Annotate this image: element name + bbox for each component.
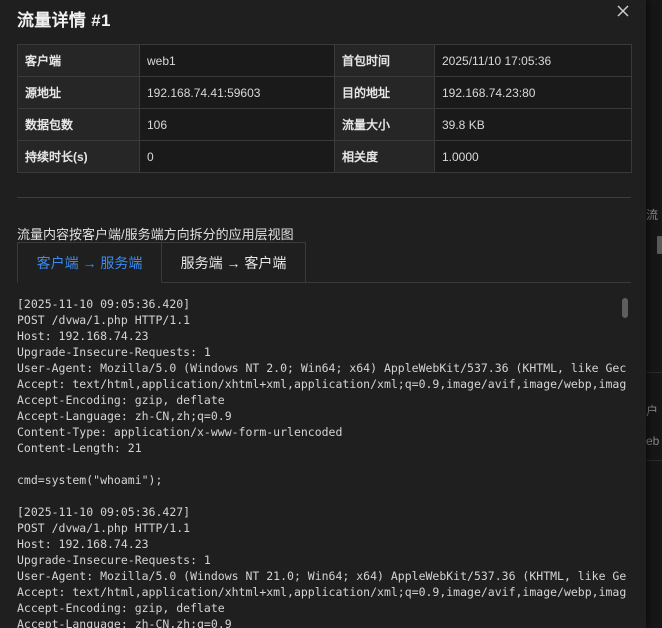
section-title: 流量内容按客户端/服务端方向拆分的应用层视图 [17,227,294,242]
destination-address-label: 目的地址 [334,76,435,109]
payload-line: User-Agent: Mozilla/5.0 (Windows NT 21.0… [17,569,627,583]
flow-detail-modal: 流量详情 #1 客户端 web1 首包时间 2025/11/10 17:05:3… [0,0,646,628]
payload-line: Accept-Encoding: gzip, deflate [17,601,225,615]
section-divider [17,197,631,198]
source-address-label: 源地址 [17,76,140,109]
background-divider [646,460,662,461]
table-row: 客户端 web1 首包时间 2025/11/10 17:05:36 [17,44,632,77]
payload-line: Host: 192.168.74.23 [17,329,149,343]
traffic-size-value: 39.8 KB [434,108,632,141]
table-row: 数据包数 106 流量大小 39.8 KB [17,108,632,141]
payload-line: cmd=system("whoami"); [17,473,163,487]
relevance-value: 1.0000 [434,140,632,173]
payload-line: Content-Length: 21 [17,441,142,455]
flow-info-table: 客户端 web1 首包时间 2025/11/10 17:05:36 源地址 19… [17,44,632,173]
tab-server-to-client[interactable]: 服务端 → 客户端 [162,242,306,282]
payload-line: Upgrade-Insecure-Requests: 1 [17,553,211,567]
source-address-value: 192.168.74.41:59603 [139,76,335,109]
client-value: web1 [139,44,335,77]
background-divider [646,372,662,373]
first-packet-time-value: 2025/11/10 17:05:36 [434,44,632,77]
relevance-label: 相关度 [334,140,435,173]
destination-address-value: 192.168.74.23:80 [434,76,632,109]
background-text-fragment: eb [646,434,660,448]
payload-line [17,488,631,504]
payload-line: POST /dvwa/1.php HTTP/1.1 [17,313,191,327]
background-app [646,0,662,628]
table-row: 持续时长(s) 0 相关度 1.0000 [17,140,632,173]
first-packet-time-label: 首包时间 [334,44,435,77]
background-text-fragment: 流 [646,208,659,222]
modal-title: 流量详情 #1 [17,11,111,30]
payload-line: [2025-11-10 09:05:36.427] [17,505,191,519]
payload-line: [2025-11-10 09:05:36.420] [17,297,191,311]
payload-content[interactable]: [2025-11-10 09:05:36.420] POST /dvwa/1.ph… [17,296,631,628]
duration-value: 0 [139,140,335,173]
payload-line: POST /dvwa/1.php HTTP/1.1 [17,521,191,535]
direction-tabs: 客户端 → 服务端 服务端 → 客户端 [17,242,631,283]
payload-line: Accept: text/html,application/xhtml+xml,… [17,377,627,391]
close-icon [617,5,629,17]
traffic-size-label: 流量大小 [334,108,435,141]
client-label: 客户端 [17,44,140,77]
packet-count-value: 106 [139,108,335,141]
payload-line: Accept: text/html,application/xhtml+xml,… [17,585,627,599]
payload-line: Accept-Encoding: gzip, deflate [17,393,225,407]
packet-count-label: 数据包数 [17,108,140,141]
payload-line [17,456,631,472]
payload-line: Accept-Language: zh-CN,zh;q=0.9 [17,409,232,423]
payload-line: Content-Type: application/x-www-form-url… [17,425,343,439]
payload-line: Upgrade-Insecure-Requests: 1 [17,345,211,359]
background-text-fragment: 户 [646,404,659,418]
payload-line: Accept-Language: zh-CN,zh;q=0.9 [17,617,232,628]
duration-label: 持续时长(s) [17,140,140,173]
table-row: 源地址 192.168.74.41:59603 目的地址 192.168.74.… [17,76,632,109]
background-block [657,236,662,254]
content-scrollbar[interactable] [622,298,628,318]
close-button[interactable] [612,1,634,21]
payload-line: User-Agent: Mozilla/5.0 (Windows NT 2.0;… [17,361,627,375]
tab-client-to-server[interactable]: 客户端 → 服务端 [17,242,162,283]
payload-line: Host: 192.168.74.23 [17,537,149,551]
